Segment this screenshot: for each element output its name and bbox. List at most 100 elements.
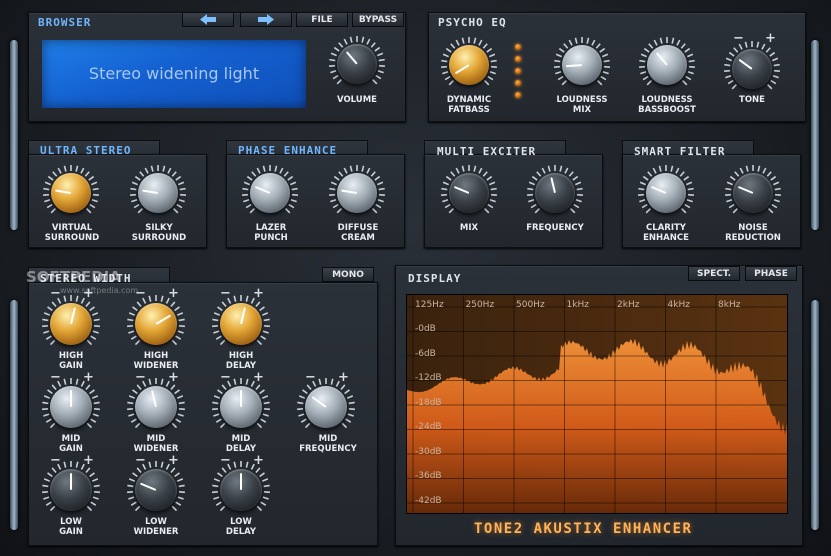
file-button[interactable]: FILE xyxy=(296,12,348,27)
knob-pointer xyxy=(550,177,556,194)
knob-tick xyxy=(455,39,460,46)
knob-tick xyxy=(221,301,227,308)
mid-frequency-knob[interactable] xyxy=(296,377,356,437)
knob-tick xyxy=(75,378,79,385)
frequency-label: 1kHz xyxy=(566,300,589,310)
tone-knob[interactable] xyxy=(723,40,781,98)
knob-tick xyxy=(43,330,50,334)
knob-tick xyxy=(128,478,136,482)
knob-tick xyxy=(641,203,648,209)
clarity-enhance-label: CLARITY ENHANCE xyxy=(627,223,705,243)
knob-tick xyxy=(90,501,97,506)
label-line2: REDUCTION xyxy=(725,233,781,243)
virtual-surround-knob[interactable] xyxy=(42,164,100,222)
volume-knob[interactable] xyxy=(328,35,386,93)
preset-display[interactable]: Stereo widening light xyxy=(42,40,306,108)
knob-tick xyxy=(63,378,67,385)
knob-tick xyxy=(557,75,564,81)
knob-tick xyxy=(329,187,336,191)
knob-tick xyxy=(171,171,177,177)
knob-tick xyxy=(377,181,384,186)
knob-tick xyxy=(487,75,494,81)
knob-tick xyxy=(374,175,381,181)
low-gain-knob[interactable] xyxy=(41,460,101,520)
knob-tick xyxy=(251,171,257,177)
spectrum-button[interactable]: SPECT. xyxy=(688,266,740,281)
knob-tick xyxy=(653,39,658,46)
knob-tick xyxy=(256,422,263,429)
exciter-mix-knob[interactable] xyxy=(440,164,498,222)
knob-tick xyxy=(130,335,137,340)
low-widener-knob[interactable] xyxy=(126,460,186,520)
exciter-frequency-knob[interactable] xyxy=(526,164,584,222)
knob-tick xyxy=(132,389,138,395)
knob-tick xyxy=(603,59,610,63)
knob-tick xyxy=(215,501,222,506)
high-gain-knob[interactable] xyxy=(41,294,101,354)
knob-tick xyxy=(738,43,743,50)
knob-tick xyxy=(574,37,578,44)
knob-tick xyxy=(178,199,185,203)
watermark: SOFTPEDIA xyxy=(26,268,121,286)
knob-tick xyxy=(134,339,141,346)
clarity-enhance-knob[interactable] xyxy=(637,164,695,222)
frequency-label: 4kHz xyxy=(667,300,690,310)
knob-tick xyxy=(245,378,249,385)
knob-tick xyxy=(131,181,138,186)
knob-tick xyxy=(347,413,354,417)
lazer-punch-knob[interactable] xyxy=(241,164,299,222)
knob-tick xyxy=(487,203,494,209)
phase-button[interactable]: PHASE xyxy=(745,266,797,281)
mid-delay-knob[interactable] xyxy=(211,377,271,437)
mid-gain-knob[interactable] xyxy=(41,377,101,437)
knob-cap xyxy=(733,173,773,213)
knob-tick xyxy=(148,461,152,468)
knob-tick xyxy=(89,389,95,395)
dynamic-fatbass-knob[interactable] xyxy=(440,36,498,94)
knob-tick xyxy=(80,297,85,304)
silky-surround-knob[interactable] xyxy=(129,164,187,222)
knob-tick xyxy=(756,41,760,48)
next-preset-button[interactable] xyxy=(240,12,292,27)
knob-tick xyxy=(177,413,184,417)
knob-tick xyxy=(165,297,170,304)
left-rail-bottom xyxy=(10,300,18,530)
knob-tick xyxy=(245,295,249,302)
knob-tick xyxy=(591,39,596,46)
loudness-bassboost-knob[interactable] xyxy=(638,36,696,94)
knob-tick xyxy=(761,43,766,50)
knob-tick xyxy=(213,330,220,334)
bypass-button[interactable]: BYPASS xyxy=(352,12,404,27)
noise-reduction-knob[interactable] xyxy=(724,164,782,222)
knob-tick xyxy=(528,181,535,186)
high-delay-knob[interactable] xyxy=(211,294,271,354)
prev-preset-button[interactable] xyxy=(182,12,234,27)
knob-tick xyxy=(255,467,261,474)
knob-tick xyxy=(142,297,147,304)
high-widener-knob[interactable] xyxy=(126,294,186,354)
low-delay-knob[interactable] xyxy=(211,460,271,520)
knob-tick xyxy=(57,167,62,174)
knob-tick xyxy=(728,203,735,209)
knob-tick xyxy=(680,43,686,49)
knob-tick xyxy=(679,171,685,177)
knob-tick xyxy=(318,378,322,385)
diffuse-cream-knob[interactable] xyxy=(328,164,386,222)
label-line1: DIFFUSE xyxy=(337,223,379,233)
knob-tick xyxy=(213,413,220,417)
knob-tick xyxy=(374,46,381,52)
loudness-mix-knob[interactable] xyxy=(553,36,611,94)
mid-widener-knob[interactable] xyxy=(126,377,186,437)
mono-button[interactable]: MONO xyxy=(322,267,374,282)
knob-tick xyxy=(547,165,551,172)
knob-tick xyxy=(448,207,455,214)
knob-tick xyxy=(93,318,100,322)
fatbass-led xyxy=(515,80,521,86)
knob-tick xyxy=(259,306,265,312)
label-line2: BASSBOOST xyxy=(638,105,696,115)
knob-tick xyxy=(63,165,67,172)
db-label: -42dB xyxy=(415,495,442,506)
knob-tick xyxy=(178,401,185,405)
left-rail-top xyxy=(10,40,18,230)
knob-tick xyxy=(80,380,85,387)
